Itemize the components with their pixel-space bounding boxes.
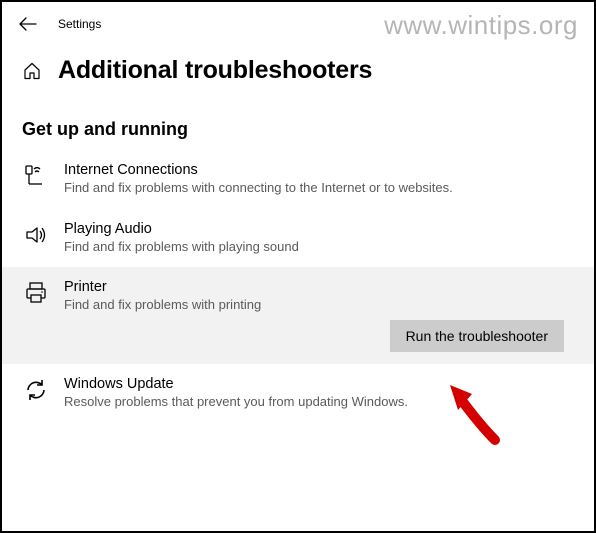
ts-item-desc: Resolve problems that prevent you from u… xyxy=(64,393,484,411)
ts-item-title: Playing Audio xyxy=(64,221,484,237)
internet-icon xyxy=(22,164,50,188)
ts-item-desc: Find and fix problems with playing sound xyxy=(64,238,484,256)
ts-item-title: Internet Connections xyxy=(64,162,484,178)
ts-item-desc: Find and fix problems with connecting to… xyxy=(64,179,484,197)
troubleshooter-list: Internet Connections Find and fix proble… xyxy=(2,150,594,422)
page-title: Additional troubleshooters xyxy=(58,56,372,85)
ts-item-printer[interactable]: Printer Find and fix problems with print… xyxy=(2,267,594,364)
update-icon xyxy=(22,378,50,402)
ts-item-windows-update[interactable]: Windows Update Resolve problems that pre… xyxy=(2,364,594,423)
ts-item-desc: Find and fix problems with printing xyxy=(64,296,484,314)
section-title: Get up and running xyxy=(2,93,594,150)
run-troubleshooter-button[interactable]: Run the troubleshooter xyxy=(390,320,564,352)
ts-item-internet[interactable]: Internet Connections Find and fix proble… xyxy=(2,150,594,209)
audio-icon xyxy=(22,223,50,247)
home-icon[interactable] xyxy=(22,61,42,81)
printer-icon xyxy=(22,281,50,305)
page-header: Additional troubleshooters xyxy=(2,40,594,93)
watermark-text: www.wintips.org xyxy=(384,10,578,41)
ts-item-title: Printer xyxy=(64,279,484,295)
arrow-left-icon xyxy=(19,17,37,31)
back-button[interactable] xyxy=(16,12,40,36)
ts-item-title: Windows Update xyxy=(64,376,484,392)
settings-label: Settings xyxy=(58,17,101,31)
ts-item-audio[interactable]: Playing Audio Find and fix problems with… xyxy=(2,209,594,268)
